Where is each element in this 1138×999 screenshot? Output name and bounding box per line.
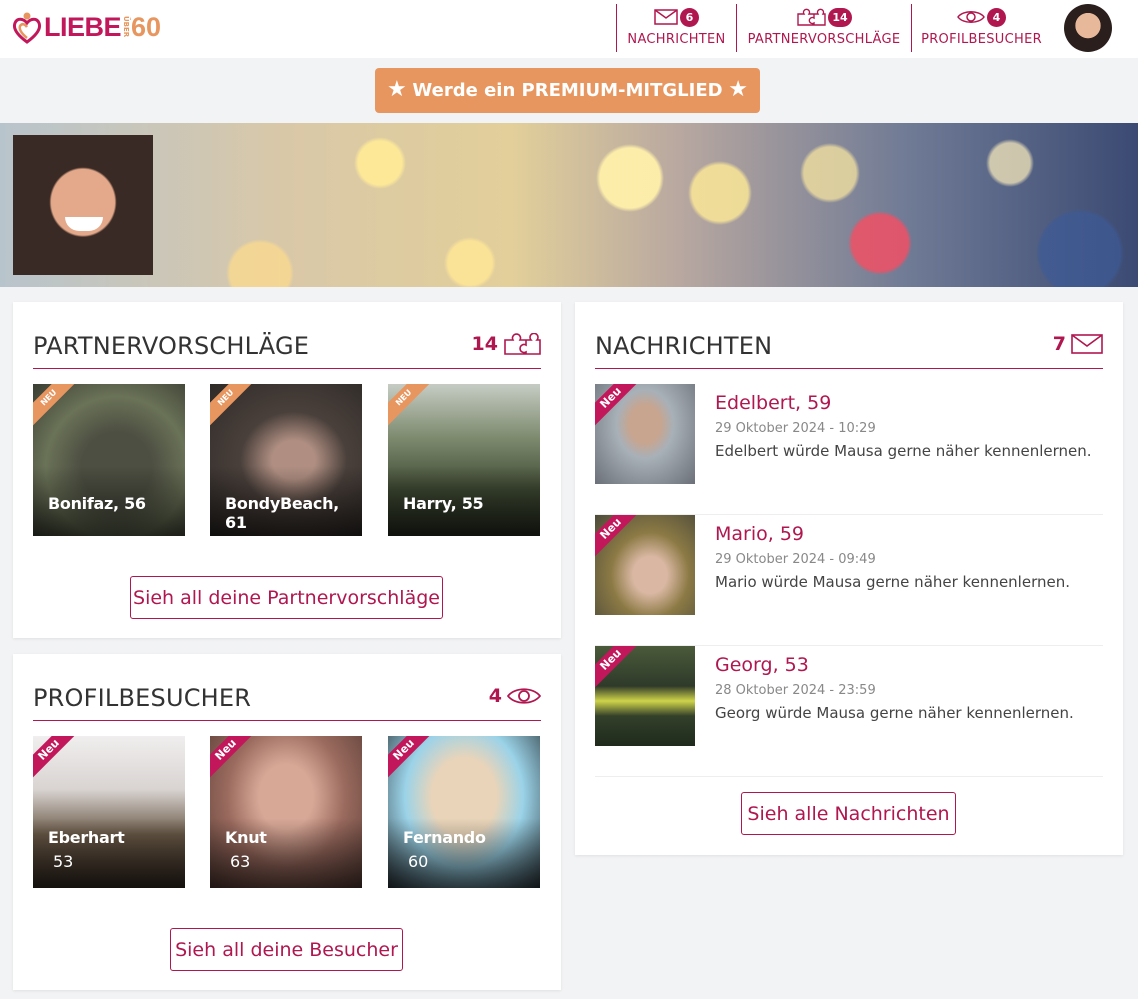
message-date: 29 Oktober 2024 - 10:29: [715, 421, 876, 436]
message-preview: Georg würde Mausa gerne näher kennenlern…: [715, 704, 1074, 722]
visitor-tile[interactable]: Neu Knut 63: [210, 736, 362, 888]
message-sender: Georg, 53: [715, 654, 809, 676]
message-photo: Neu: [595, 515, 695, 615]
logo-age: 60: [131, 11, 162, 42]
new-ribbon: Neu: [388, 736, 436, 784]
visitors-title: PROFILBESUCHER: [33, 684, 252, 712]
message-date: 28 Oktober 2024 - 23:59: [715, 683, 876, 698]
nav-matches-label: PARTNERVORSCHLÄGE: [747, 32, 901, 47]
nav-messages[interactable]: 6 NACHRICHTEN: [616, 4, 736, 52]
match-tile[interactable]: NEU Harry, 55: [388, 384, 540, 536]
eye-icon: [507, 688, 541, 704]
matches-title: PARTNERVORSCHLÄGE: [33, 332, 310, 360]
message-item[interactable]: Neu Edelbert, 59 29 Oktober 2024 - 10:29…: [595, 384, 1103, 515]
match-tile[interactable]: NEU Bonifaz, 56: [33, 384, 185, 536]
new-ribbon: Neu: [33, 736, 81, 784]
premium-label: Werde ein PREMIUM-MITGLIED: [412, 80, 723, 101]
visitors-card: PROFILBESUCHER 4 Neu Eberhart 53 Neu Knu…: [13, 654, 561, 990]
heart-logo-icon: [12, 12, 42, 44]
envelope-icon: [1071, 334, 1103, 354]
puzzle-icon: [797, 8, 827, 26]
messages-count[interactable]: 7: [1053, 333, 1103, 355]
new-ribbon: Neu: [210, 736, 258, 784]
visitor-age: 60: [408, 852, 429, 871]
premium-button[interactable]: ★ Werde ein PREMIUM-MITGLIED ★: [375, 68, 760, 113]
star-icon: ★: [728, 77, 748, 102]
messages-card: NACHRICHTEN 7 Neu Edelbert, 59 29 Oktobe…: [575, 302, 1123, 855]
all-matches-button[interactable]: Sieh all deine Partnervorschläge: [130, 576, 443, 619]
visitor-tile[interactable]: Neu Fernando 60: [388, 736, 540, 888]
nav-visitors[interactable]: 4 PROFILBESUCHER: [911, 4, 1051, 52]
eye-icon: [957, 11, 985, 23]
message-preview: Edelbert würde Mausa gerne näher kennenl…: [715, 442, 1092, 460]
message-item[interactable]: Neu Georg, 53 28 Oktober 2024 - 23:59 Ge…: [595, 646, 1103, 777]
message-photo: Neu: [595, 384, 695, 484]
site-logo[interactable]: LIEBE ÜBER 60: [12, 10, 161, 44]
nav-messages-label: NACHRICHTEN: [627, 32, 726, 47]
divider: [33, 368, 541, 369]
messages-title: NACHRICHTEN: [595, 332, 773, 360]
match-tile[interactable]: NEU BondyBeach, 61: [210, 384, 362, 536]
visitor-name: Fernando: [403, 828, 486, 847]
user-avatar[interactable]: [1064, 4, 1112, 52]
profile-banner: [0, 123, 1138, 287]
divider: [33, 720, 541, 721]
all-visitors-button[interactable]: Sieh all deine Besucher: [170, 928, 403, 971]
match-name: Bonifaz, 56: [48, 494, 146, 513]
matches-count[interactable]: 14: [472, 333, 541, 355]
puzzle-icon: [504, 333, 541, 355]
message-item[interactable]: Neu Mario, 59 29 Oktober 2024 - 09:49 Ma…: [595, 515, 1103, 646]
profile-photo[interactable]: [13, 135, 153, 275]
message-date: 29 Oktober 2024 - 09:49: [715, 552, 876, 567]
match-name: Harry, 55: [403, 494, 484, 513]
message-preview: Mario würde Mausa gerne näher kennenlern…: [715, 573, 1070, 591]
new-ribbon: NEU: [388, 384, 436, 432]
message-sender: Edelbert, 59: [715, 392, 832, 414]
visitor-age: 63: [230, 852, 251, 871]
matches-card: PARTNERVORSCHLÄGE 14 NEU Bonifaz, 56 NEU…: [13, 302, 561, 638]
all-messages-button[interactable]: Sieh alle Nachrichten: [741, 792, 956, 835]
message-sender: Mario, 59: [715, 523, 805, 545]
divider: [595, 368, 1103, 369]
visitor-age: 53: [53, 852, 74, 871]
matches-count-value: 14: [471, 333, 498, 355]
messages-badge: 6: [680, 7, 699, 27]
visitors-badge: 4: [987, 7, 1006, 27]
envelope-icon: [654, 9, 678, 25]
top-bar: LIEBE ÜBER 60 6 NACHRICHTEN 14 PARTNERVO…: [0, 0, 1138, 58]
match-name: BondyBeach, 61: [225, 494, 339, 532]
star-icon: ★: [387, 77, 407, 102]
visitors-count-value: 4: [488, 685, 502, 707]
visitors-count[interactable]: 4: [489, 685, 541, 707]
visitor-tile[interactable]: Neu Eberhart 53: [33, 736, 185, 888]
logo-small-text: ÜBER: [122, 16, 131, 38]
new-ribbon: Neu: [595, 384, 643, 432]
matches-badge: 14: [828, 7, 852, 27]
message-photo: Neu: [595, 646, 695, 746]
visitor-name: Eberhart: [48, 828, 125, 847]
messages-count-value: 7: [1052, 333, 1066, 355]
new-ribbon: NEU: [210, 384, 258, 432]
new-ribbon: NEU: [33, 384, 81, 432]
new-ribbon: Neu: [595, 515, 643, 563]
new-ribbon: Neu: [595, 646, 643, 694]
visitor-name: Knut: [225, 828, 267, 847]
nav-visitors-label: PROFILBESUCHER: [921, 32, 1042, 47]
nav-matches[interactable]: 14 PARTNERVORSCHLÄGE: [736, 4, 911, 52]
logo-text: LIEBE: [44, 11, 122, 42]
